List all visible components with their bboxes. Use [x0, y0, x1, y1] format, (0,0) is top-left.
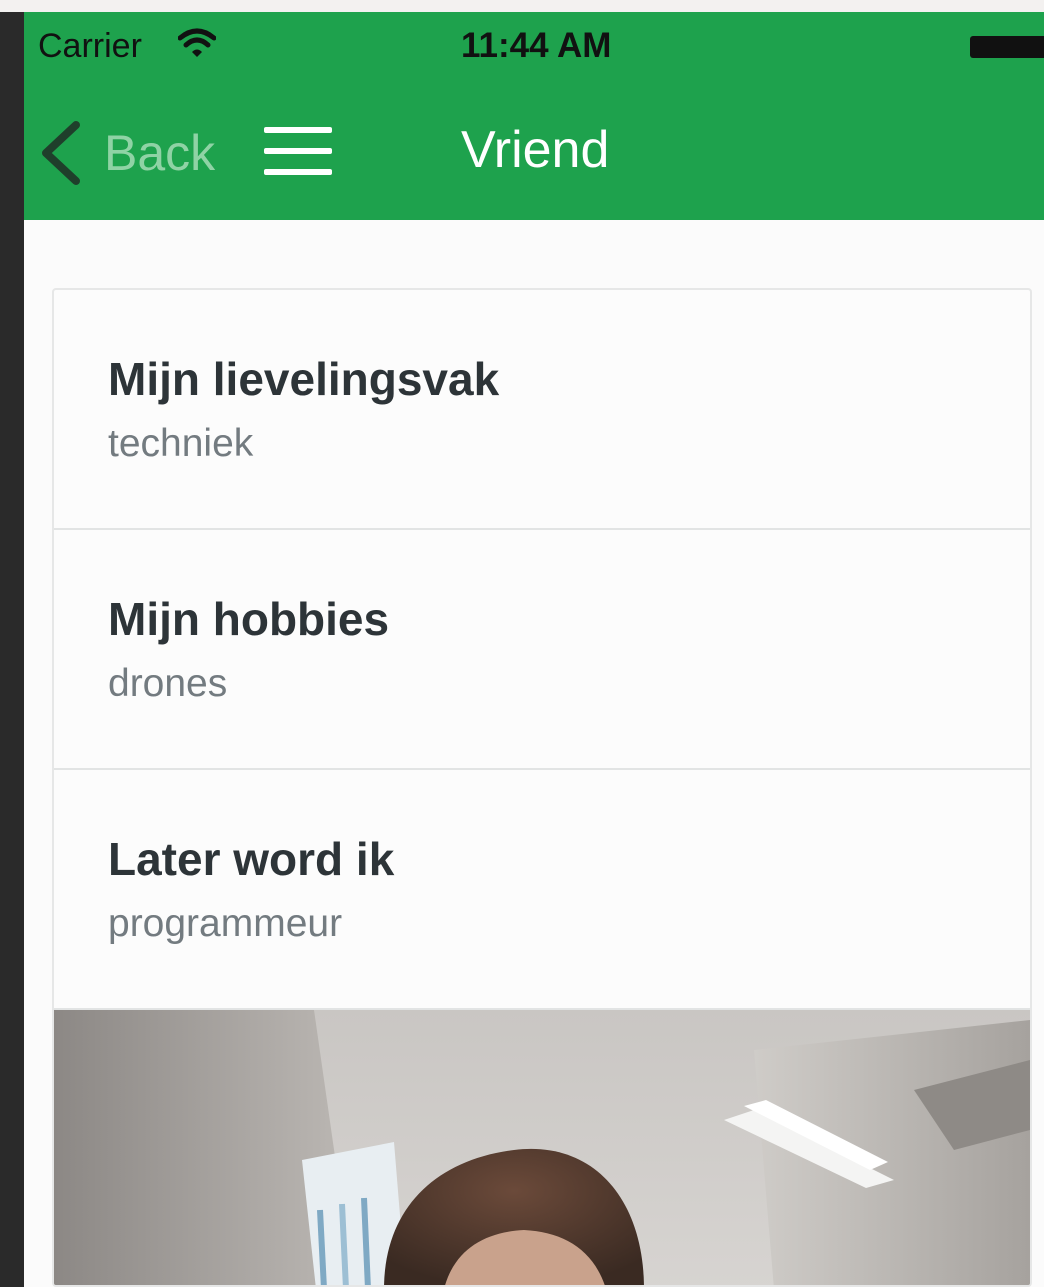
- wifi-icon: [178, 28, 216, 57]
- list-item-hobbies[interactable]: Mijn hobbies drones: [54, 530, 1030, 770]
- list-item-future-job[interactable]: Later word ik programmeur: [54, 770, 1030, 1010]
- item-title: Mijn hobbies: [108, 593, 390, 645]
- status-time: 11:44 AM: [461, 26, 612, 65]
- status-bar: Carrier 11:44 AM: [24, 12, 1044, 82]
- item-value: programmeur: [108, 902, 343, 945]
- item-value: techniek: [108, 422, 254, 465]
- item-title: Mijn lievelingsvak: [108, 353, 500, 405]
- item-title: Later word ik: [108, 833, 395, 885]
- page-title: Vriend: [461, 121, 610, 179]
- list-item-favorite-subject[interactable]: Mijn lievelingsvak techniek: [54, 290, 1030, 530]
- navigation-bar: Back Vriend: [24, 82, 1044, 220]
- device-frame-top: [0, 0, 1044, 12]
- phone-screen: Carrier 11:44 AM Back Vriend Mijn lievel…: [24, 12, 1044, 1287]
- item-value: drones: [108, 662, 228, 705]
- app-bar: Carrier 11:44 AM Back Vriend: [24, 12, 1044, 220]
- carrier-label: Carrier: [38, 27, 142, 65]
- menu-icon[interactable]: [264, 127, 334, 177]
- back-label: Back: [104, 125, 216, 181]
- profile-photo: [54, 1010, 1030, 1285]
- back-chevron-icon: [42, 121, 80, 185]
- battery-icon: [970, 36, 1044, 58]
- profile-card: Mijn lievelingsvak techniek Mijn hobbies…: [52, 288, 1032, 1287]
- back-button[interactable]: Back: [38, 118, 215, 188]
